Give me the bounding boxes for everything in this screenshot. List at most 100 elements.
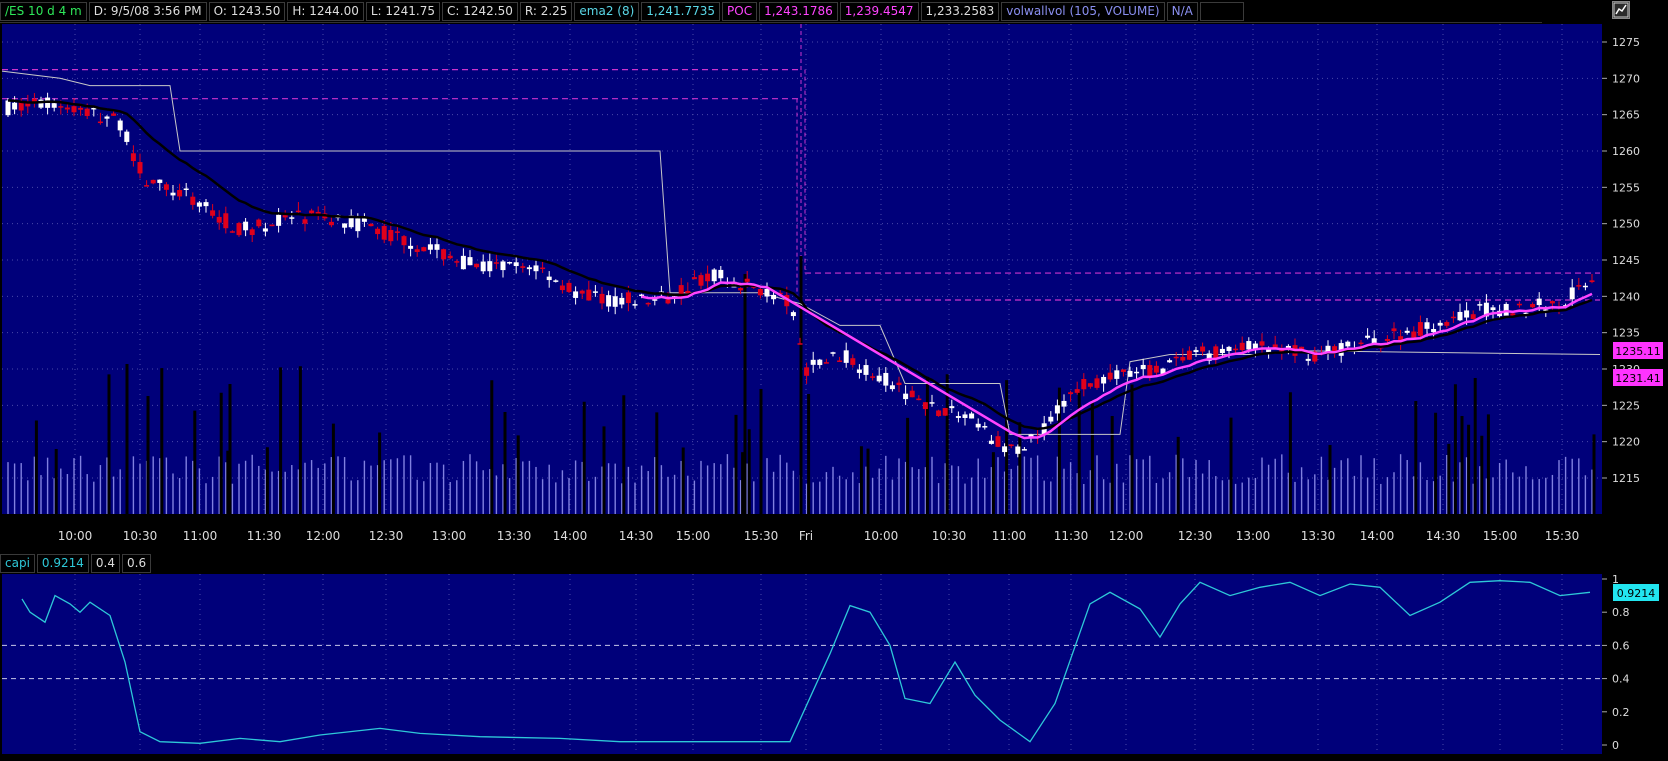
candle-body: [401, 236, 407, 246]
candle-body: [1582, 285, 1588, 288]
volume-study-label[interactable]: volwallvol (105, VOLUME): [1001, 1, 1165, 21]
candle-body: [599, 293, 605, 304]
candle-body: [942, 408, 948, 416]
capi-tick-label: 0.2: [1612, 706, 1630, 719]
poc-study-label[interactable]: POC: [722, 1, 758, 21]
candle-body: [388, 229, 394, 242]
price-tick-label: 1215: [1612, 472, 1640, 485]
candle-body: [1576, 285, 1582, 287]
volume-value-label: N/A: [1166, 1, 1198, 21]
open-label: O: 1243.50: [208, 1, 286, 21]
candle-body: [705, 273, 711, 282]
candle-body: [58, 106, 64, 108]
blank-cell: [1199, 1, 1244, 21]
price-tick-label: 1275: [1612, 36, 1640, 49]
candle-body: [368, 223, 374, 227]
price-tick-label: 1245: [1612, 254, 1640, 267]
candle-body: [1464, 310, 1470, 318]
candle-body: [1054, 405, 1060, 414]
close-label: C: 1242.50: [442, 1, 518, 21]
candle-body: [1536, 298, 1542, 306]
poc-value1-label: 1,243.1786: [759, 1, 838, 21]
candle-body: [823, 362, 829, 364]
candle-body: [520, 266, 526, 268]
candle-body: [434, 244, 440, 250]
candle-body: [1048, 416, 1054, 422]
candle-body: [177, 190, 183, 197]
price-chart[interactable]: 1275127012651260125512501245124012351230…: [0, 22, 1668, 552]
candle-body: [236, 223, 242, 236]
price-tick-label: 1260: [1612, 145, 1640, 158]
candle-body: [1404, 330, 1410, 333]
candle-body: [381, 225, 387, 240]
time-tick-label: 14:30: [1426, 529, 1461, 543]
time-tick-label: Fri: [799, 529, 813, 543]
ema-study-label[interactable]: ema2 (8): [574, 1, 640, 21]
candle-body: [665, 299, 671, 304]
candle-body: [632, 304, 638, 306]
candle-body: [243, 221, 249, 231]
candle-body: [124, 131, 130, 142]
value3-label: 1,233.2583: [920, 1, 1000, 21]
candle-body: [394, 231, 400, 233]
candle-body: [817, 359, 823, 366]
candle-body: [1140, 364, 1146, 370]
candle-body: [771, 294, 777, 300]
time-tick-label: 11:00: [183, 529, 218, 543]
candle-body: [328, 221, 334, 226]
candle-body: [718, 269, 724, 279]
candle-body: [256, 219, 262, 227]
candle-body: [909, 390, 915, 398]
price-marker-upper: 1235.11: [1613, 342, 1663, 359]
candle-body: [889, 385, 895, 390]
candle-body: [289, 217, 295, 219]
price-tick-label: 1235: [1612, 327, 1640, 340]
candle-body: [757, 289, 763, 296]
candle-body: [1127, 370, 1133, 377]
candle-body: [441, 249, 447, 260]
candle-body: [685, 290, 691, 294]
candle-body: [183, 188, 189, 190]
candle-body: [1087, 383, 1093, 387]
candle-body: [619, 297, 625, 305]
time-tick-label: 14:00: [1360, 529, 1395, 543]
study-name-label[interactable]: capi: [0, 553, 35, 573]
candle-body: [137, 162, 143, 174]
price-marker-upper-text: 1235.11: [1615, 345, 1661, 358]
candle-body: [1107, 372, 1113, 380]
time-tick-label: 11:30: [1054, 529, 1089, 543]
candle-body: [1061, 400, 1067, 407]
time-tick-label: 10:30: [123, 529, 158, 543]
candle-body: [1431, 329, 1437, 333]
candle-body: [1411, 331, 1417, 338]
candle-body: [1114, 370, 1120, 379]
chart-expand-button[interactable]: [1612, 1, 1630, 19]
candle-body: [249, 229, 255, 235]
candle-body: [691, 277, 697, 280]
symbol-label[interactable]: /ES 10 d 4 m: [0, 1, 87, 21]
candle-body: [1569, 287, 1575, 300]
time-tick-label: 12:30: [1178, 529, 1213, 543]
candle-body: [144, 185, 150, 187]
candle-body: [955, 416, 961, 418]
candle-body: [896, 382, 902, 386]
time-tick-label: 12:30: [369, 529, 404, 543]
candle-body: [1589, 280, 1595, 283]
candle-body: [744, 278, 750, 282]
candle-body: [698, 275, 704, 286]
time-tick-label: 15:30: [744, 529, 779, 543]
candle-body: [342, 223, 348, 228]
candle-body: [606, 295, 612, 307]
chart-header: /ES 10 d 4 m D: 9/5/08 3:56 PM O: 1243.5…: [0, 0, 1542, 23]
capi-chart[interactable]: 10.80.60.40.20 0.9214: [0, 574, 1668, 760]
candle-body: [988, 440, 994, 444]
high-label: H: 1244.00: [287, 1, 364, 21]
candle-body: [586, 289, 592, 301]
candle-body: [1477, 304, 1483, 306]
candle-body: [1074, 389, 1080, 393]
capi-tick-label: 0.6: [1612, 639, 1630, 652]
candle-body: [566, 282, 572, 292]
capi-tick-label: 0: [1612, 739, 1619, 752]
candle-body: [526, 267, 532, 270]
candle-body: [962, 414, 968, 418]
